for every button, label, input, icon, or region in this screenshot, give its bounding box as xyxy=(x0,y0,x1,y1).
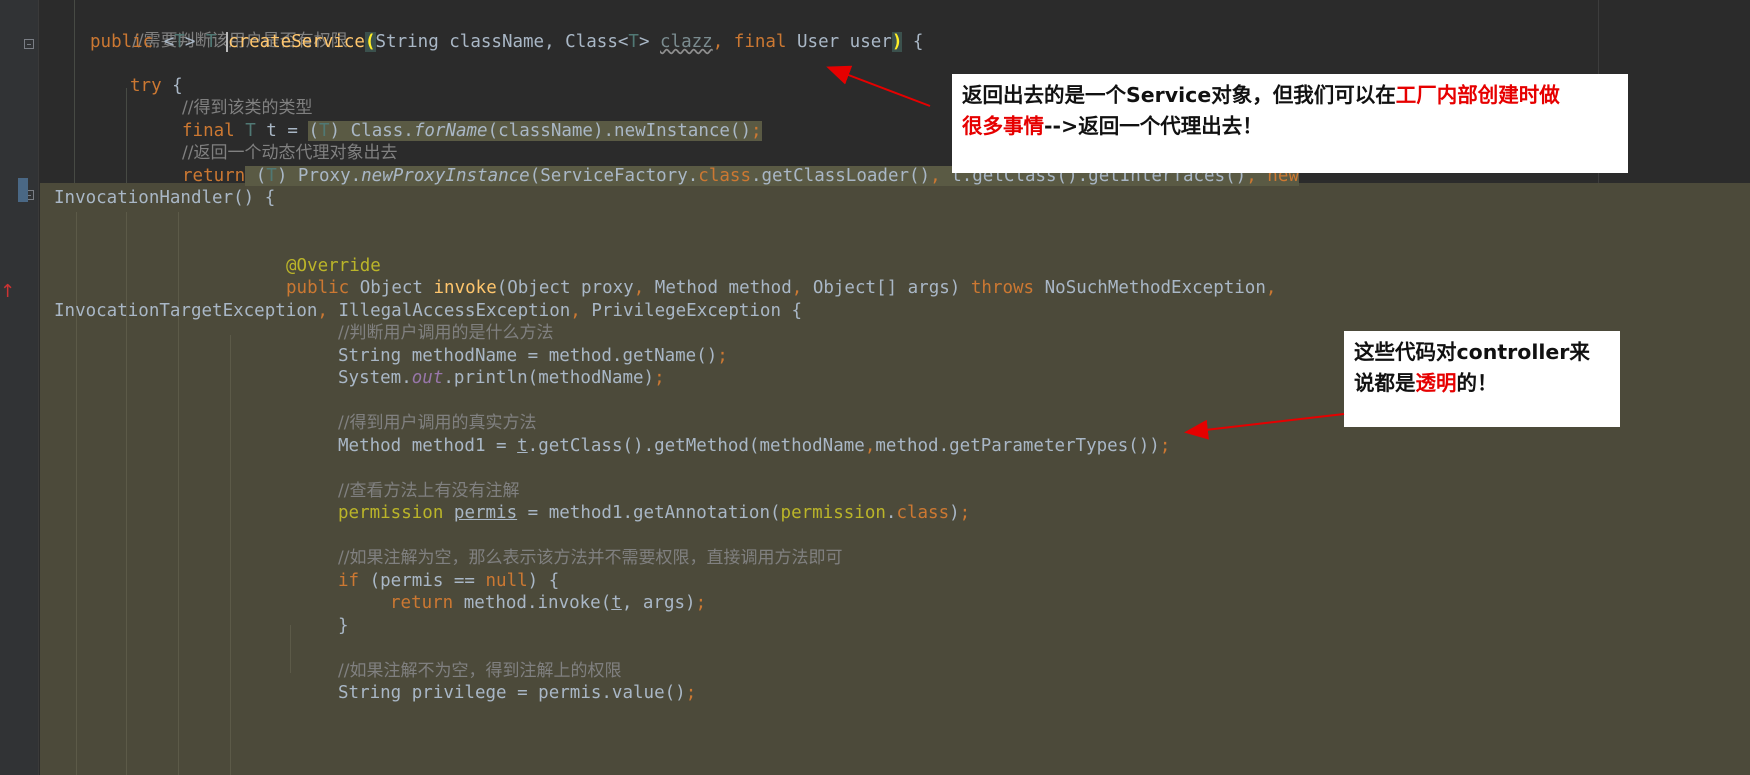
annotation-arrows xyxy=(826,65,1345,440)
arrow-to-proxy-code xyxy=(1184,413,1345,440)
arrow-to-createService xyxy=(826,65,931,107)
